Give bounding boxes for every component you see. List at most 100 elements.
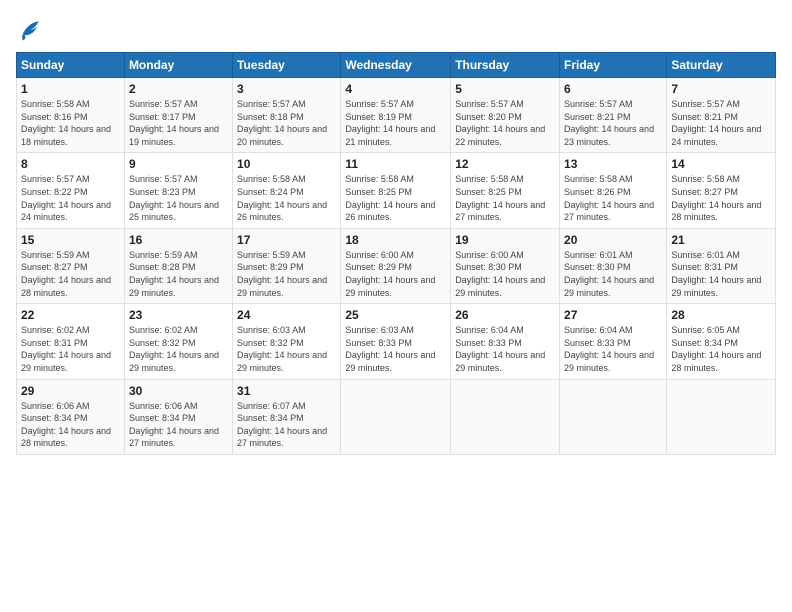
calendar-cell: 26 Sunrise: 6:04 AMSunset: 8:33 PMDayligh… [451, 304, 560, 379]
day-info: Sunrise: 6:00 AMSunset: 8:30 PMDaylight:… [455, 249, 555, 299]
calendar-cell: 9Sunrise: 5:57 AMSunset: 8:23 PMDaylight… [124, 153, 232, 228]
day-info: Sunrise: 6:01 AMSunset: 8:30 PMDaylight:… [564, 249, 662, 299]
day-info: Sunrise: 5:59 AMSunset: 8:27 PMDaylight:… [21, 249, 120, 299]
calendar-week-row: 29 Sunrise: 6:06 AMSunset: 8:34 PMDayligh… [17, 379, 776, 454]
weekday-header-sunday: Sunday [17, 53, 125, 78]
day-number: 30 [129, 384, 228, 398]
calendar-cell: 17 Sunrise: 5:59 AMSunset: 8:29 PMDayligh… [233, 228, 341, 303]
calendar-cell [667, 379, 776, 454]
day-number: 19 [455, 233, 555, 247]
day-info: Sunrise: 5:58 AMSunset: 8:25 PMDaylight:… [345, 173, 446, 223]
day-number: 16 [129, 233, 228, 247]
weekday-header-thursday: Thursday [451, 53, 560, 78]
day-number: 17 [237, 233, 336, 247]
day-number: 10 [237, 157, 336, 171]
day-info: Sunrise: 5:59 AMSunset: 8:29 PMDaylight:… [237, 249, 336, 299]
day-info: Sunrise: 6:02 AMSunset: 8:32 PMDaylight:… [129, 324, 228, 374]
day-info: Sunrise: 6:04 AMSunset: 8:33 PMDaylight:… [455, 324, 555, 374]
calendar-cell: 19 Sunrise: 6:00 AMSunset: 8:30 PMDayligh… [451, 228, 560, 303]
day-info: Sunrise: 5:58 AMSunset: 8:27 PMDaylight:… [671, 173, 771, 223]
day-number: 7 [671, 82, 771, 96]
logo-bird-icon [16, 16, 44, 44]
calendar-cell: 8 Sunrise: 5:57 AMSunset: 8:22 PMDaylight… [17, 153, 125, 228]
day-info: Sunrise: 5:57 AMSunset: 8:21 PMDaylight:… [671, 98, 771, 148]
day-number: 29 [21, 384, 120, 398]
calendar-cell: 23Sunrise: 6:02 AMSunset: 8:32 PMDayligh… [124, 304, 232, 379]
day-number: 6 [564, 82, 662, 96]
day-info: Sunrise: 5:57 AMSunset: 8:21 PMDaylight:… [564, 98, 662, 148]
calendar-cell: 30 Sunrise: 6:06 AMSunset: 8:34 PMDayligh… [124, 379, 232, 454]
calendar-cell: 15 Sunrise: 5:59 AMSunset: 8:27 PMDayligh… [17, 228, 125, 303]
weekday-header-saturday: Saturday [667, 53, 776, 78]
calendar-cell: 5Sunrise: 5:57 AMSunset: 8:20 PMDaylight… [451, 78, 560, 153]
day-info: Sunrise: 6:06 AMSunset: 8:34 PMDaylight:… [21, 400, 120, 450]
calendar-cell: 4 Sunrise: 5:57 AMSunset: 8:19 PMDaylight… [341, 78, 451, 153]
day-info: Sunrise: 6:06 AMSunset: 8:34 PMDaylight:… [129, 400, 228, 450]
day-info: Sunrise: 6:07 AMSunset: 8:34 PMDaylight:… [237, 400, 336, 450]
day-info: Sunrise: 5:57 AMSunset: 8:22 PMDaylight:… [21, 173, 120, 223]
calendar-cell: 2Sunrise: 5:57 AMSunset: 8:17 PMDaylight… [124, 78, 232, 153]
header [16, 16, 776, 44]
day-info: Sunrise: 5:58 AMSunset: 8:24 PMDaylight:… [237, 173, 336, 223]
calendar-week-row: 15 Sunrise: 5:59 AMSunset: 8:27 PMDayligh… [17, 228, 776, 303]
day-number: 5 [455, 82, 555, 96]
day-info: Sunrise: 6:02 AMSunset: 8:31 PMDaylight:… [21, 324, 120, 374]
calendar-cell [560, 379, 667, 454]
logo [16, 16, 46, 44]
day-info: Sunrise: 5:58 AMSunset: 8:16 PMDaylight:… [21, 98, 120, 148]
day-info: Sunrise: 5:58 AMSunset: 8:26 PMDaylight:… [564, 173, 662, 223]
day-info: Sunrise: 6:05 AMSunset: 8:34 PMDaylight:… [671, 324, 771, 374]
calendar-cell: 12Sunrise: 5:58 AMSunset: 8:25 PMDayligh… [451, 153, 560, 228]
calendar-cell: 10 Sunrise: 5:58 AMSunset: 8:24 PMDayligh… [233, 153, 341, 228]
calendar-cell [341, 379, 451, 454]
day-number: 3 [237, 82, 336, 96]
weekday-header-wednesday: Wednesday [341, 53, 451, 78]
calendar-cell: 7 Sunrise: 5:57 AMSunset: 8:21 PMDaylight… [667, 78, 776, 153]
day-number: 8 [21, 157, 120, 171]
day-info: Sunrise: 6:04 AMSunset: 8:33 PMDaylight:… [564, 324, 662, 374]
calendar-cell: 21 Sunrise: 6:01 AMSunset: 8:31 PMDayligh… [667, 228, 776, 303]
day-number: 2 [129, 82, 228, 96]
calendar-cell: 29 Sunrise: 6:06 AMSunset: 8:34 PMDayligh… [17, 379, 125, 454]
calendar-cell: 16 Sunrise: 5:59 AMSunset: 8:28 PMDayligh… [124, 228, 232, 303]
calendar-cell: 31 Sunrise: 6:07 AMSunset: 8:34 PMDayligh… [233, 379, 341, 454]
day-number: 28 [671, 308, 771, 322]
calendar-week-row: 22Sunrise: 6:02 AMSunset: 8:31 PMDayligh… [17, 304, 776, 379]
calendar-cell: 28 Sunrise: 6:05 AMSunset: 8:34 PMDayligh… [667, 304, 776, 379]
day-info: Sunrise: 5:57 AMSunset: 8:23 PMDaylight:… [129, 173, 228, 223]
weekday-header-friday: Friday [560, 53, 667, 78]
day-number: 15 [21, 233, 120, 247]
calendar-cell: 24Sunrise: 6:03 AMSunset: 8:32 PMDayligh… [233, 304, 341, 379]
calendar-week-row: 1 Sunrise: 5:58 AMSunset: 8:16 PMDaylight… [17, 78, 776, 153]
day-number: 26 [455, 308, 555, 322]
day-info: Sunrise: 5:57 AMSunset: 8:18 PMDaylight:… [237, 98, 336, 148]
day-info: Sunrise: 5:59 AMSunset: 8:28 PMDaylight:… [129, 249, 228, 299]
day-number: 31 [237, 384, 336, 398]
day-number: 14 [671, 157, 771, 171]
calendar-page: SundayMondayTuesdayWednesdayThursdayFrid… [0, 0, 792, 612]
calendar-cell: 3 Sunrise: 5:57 AMSunset: 8:18 PMDaylight… [233, 78, 341, 153]
day-number: 12 [455, 157, 555, 171]
calendar-cell: 22Sunrise: 6:02 AMSunset: 8:31 PMDayligh… [17, 304, 125, 379]
day-number: 20 [564, 233, 662, 247]
calendar-week-row: 8 Sunrise: 5:57 AMSunset: 8:22 PMDaylight… [17, 153, 776, 228]
day-number: 1 [21, 82, 120, 96]
day-number: 4 [345, 82, 446, 96]
weekday-header-tuesday: Tuesday [233, 53, 341, 78]
day-number: 21 [671, 233, 771, 247]
calendar-cell: 18Sunrise: 6:00 AMSunset: 8:29 PMDayligh… [341, 228, 451, 303]
calendar-cell: 27 Sunrise: 6:04 AMSunset: 8:33 PMDayligh… [560, 304, 667, 379]
day-number: 27 [564, 308, 662, 322]
calendar-cell: 14 Sunrise: 5:58 AMSunset: 8:27 PMDayligh… [667, 153, 776, 228]
day-number: 11 [345, 157, 446, 171]
day-info: Sunrise: 6:03 AMSunset: 8:33 PMDaylight:… [345, 324, 446, 374]
day-info: Sunrise: 6:01 AMSunset: 8:31 PMDaylight:… [671, 249, 771, 299]
day-info: Sunrise: 5:57 AMSunset: 8:19 PMDaylight:… [345, 98, 446, 148]
weekday-header-monday: Monday [124, 53, 232, 78]
day-number: 25 [345, 308, 446, 322]
day-info: Sunrise: 6:03 AMSunset: 8:32 PMDaylight:… [237, 324, 336, 374]
calendar-table: SundayMondayTuesdayWednesdayThursdayFrid… [16, 52, 776, 455]
calendar-cell [451, 379, 560, 454]
weekday-header-row: SundayMondayTuesdayWednesdayThursdayFrid… [17, 53, 776, 78]
calendar-cell: 25 Sunrise: 6:03 AMSunset: 8:33 PMDayligh… [341, 304, 451, 379]
